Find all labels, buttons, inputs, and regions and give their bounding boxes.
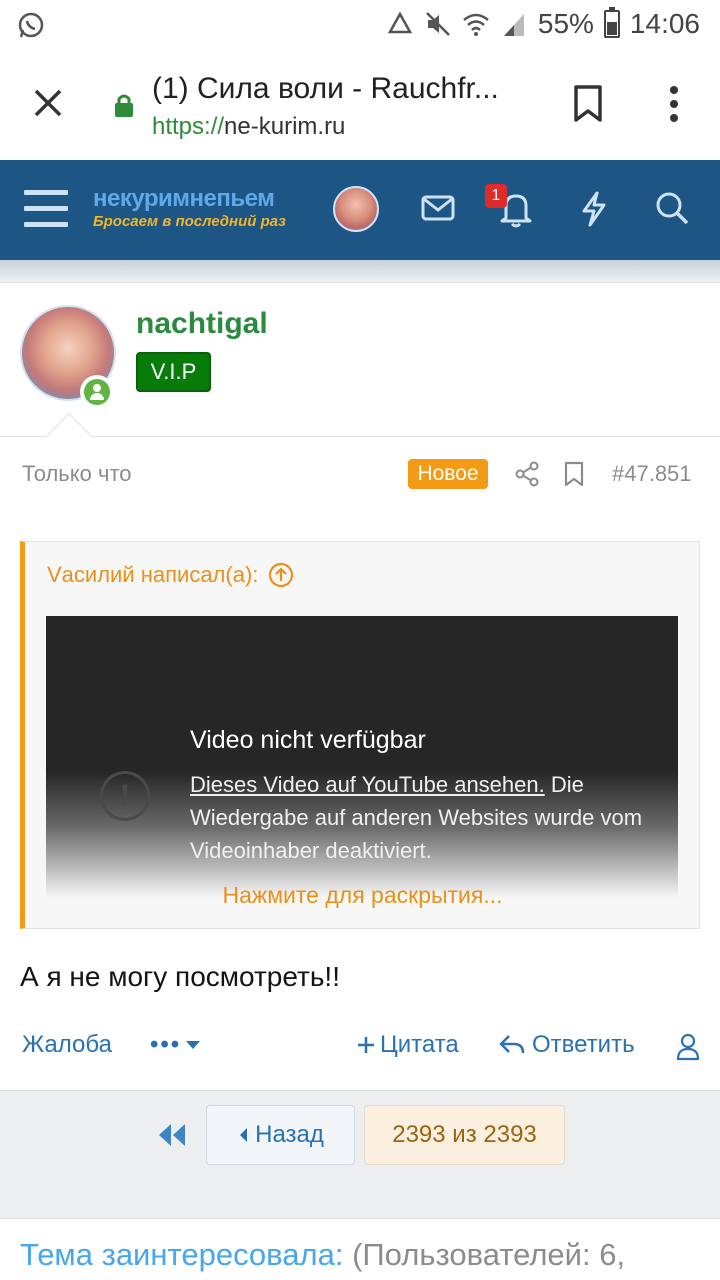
previous-page-label: Назад <box>255 1121 324 1148</box>
navbar-shadow <box>0 260 720 282</box>
user-rank-badge: V.I.P <box>136 352 211 392</box>
thread-interest-label: Тема заинтересовала: <box>20 1237 344 1272</box>
url-scheme: https:// <box>152 113 225 140</box>
post-user-block: nachtigal V.I.P <box>0 283 720 437</box>
report-button[interactable]: Жалоба <box>22 1031 112 1059</box>
battery-icon <box>603 7 620 38</box>
tab-title: (1) Сила воли - Rauchfr... <box>152 72 499 105</box>
recycle-icon <box>387 11 412 34</box>
caret-down-icon <box>186 1041 201 1049</box>
logo-tagline: Бросаем в последний раз <box>93 213 286 230</box>
pagination: Назад 2393 из 2393 <box>0 1090 720 1218</box>
post-actions: Жалоба ••• Цитата Ответить <box>0 1027 720 1067</box>
post-body: А я не могу посмотреть!! <box>20 961 340 992</box>
new-badge: Новое <box>408 459 488 489</box>
reply-button[interactable]: Ответить <box>498 1031 635 1059</box>
quote-block: Vасилий написал(а): ! Video nicht verfüg… <box>20 541 700 929</box>
more-vert-icon[interactable] <box>668 86 680 122</box>
quote-header[interactable]: Vасилий написал(а): <box>47 562 294 588</box>
reply-button-label: Ответить <box>532 1031 635 1058</box>
quote-button[interactable]: Цитата <box>356 1031 459 1059</box>
site-logo[interactable]: некуримнепьем Бросаем в последний раз <box>93 185 286 230</box>
embedded-video[interactable]: ! Video nicht verfügbar Dieses Video auf… <box>46 616 678 898</box>
arrow-up-circle-icon[interactable] <box>268 562 294 588</box>
hamburger-menu-icon[interactable] <box>24 190 68 230</box>
thread-viewers: Тема заинтересовала: (Пользователей: 6, <box>0 1218 720 1280</box>
post-time[interactable]: Только что <box>22 461 132 487</box>
close-icon[interactable] <box>30 85 66 121</box>
quote-button-label: Цитата <box>380 1031 459 1058</box>
notification-badge: 1 <box>485 184 507 208</box>
plus-icon <box>358 1037 374 1053</box>
search-icon[interactable] <box>654 190 690 226</box>
user-icon[interactable] <box>675 1033 701 1061</box>
bookmark-icon[interactable] <box>572 84 604 124</box>
url-field[interactable]: https://ne-kurim.ru <box>152 113 345 141</box>
post-meta: Только что Новое #47.851 <box>0 455 720 495</box>
account-avatar[interactable] <box>333 186 379 232</box>
warning-icon: ! <box>100 771 150 821</box>
clock: 14:06 <box>629 8 700 39</box>
signal-icon <box>503 14 524 36</box>
whatsapp-icon <box>18 12 44 38</box>
quote-author: Vасилий написал(а): <box>47 562 259 587</box>
expand-quote-link[interactable]: Нажмите для раскрытия... <box>25 882 700 909</box>
forum-post: nachtigal V.I.P Только что Новое #47.851… <box>0 282 720 1090</box>
lightning-icon[interactable] <box>578 190 610 228</box>
share-icon[interactable] <box>514 461 540 487</box>
previous-page-button[interactable]: Назад <box>206 1105 355 1165</box>
wifi-icon <box>463 13 489 36</box>
more-actions-button[interactable]: ••• <box>150 1031 201 1059</box>
site-navbar: некуримнепьем Бросаем в последний раз 1 <box>0 160 720 260</box>
page-indicator[interactable]: 2393 из 2393 <box>364 1105 565 1165</box>
post-bookmark-icon[interactable] <box>563 461 585 487</box>
ellipsis-icon: ••• <box>150 1031 182 1058</box>
left-caret-icon <box>240 1128 248 1142</box>
double-left-arrow-icon[interactable] <box>156 1121 188 1149</box>
video-youtube-link[interactable]: Dieses Video auf YouTube ansehen. <box>190 772 545 797</box>
mute-icon <box>425 12 450 36</box>
logo-title: некуримнепьем <box>93 185 275 212</box>
browser-toolbar: (1) Сила воли - Rauchfr... https://ne-ku… <box>0 50 720 160</box>
lock-icon <box>115 94 133 117</box>
username[interactable]: nachtigal <box>136 307 268 341</box>
battery-percent: 55% <box>537 8 594 39</box>
reply-icon <box>499 1035 525 1054</box>
video-message: Dieses Video auf YouTube ansehen. Die Wi… <box>190 768 650 867</box>
url-host: ne-kurim.ru <box>224 113 346 140</box>
mail-icon[interactable] <box>420 190 456 226</box>
video-title: Video nicht verfügbar <box>190 726 426 754</box>
online-status-icon <box>80 375 114 409</box>
post-number[interactable]: #47.851 <box>612 461 692 487</box>
status-bar: 55% 14:06 <box>0 0 720 50</box>
thread-users-count: (Пользователей: 6, <box>343 1237 626 1272</box>
